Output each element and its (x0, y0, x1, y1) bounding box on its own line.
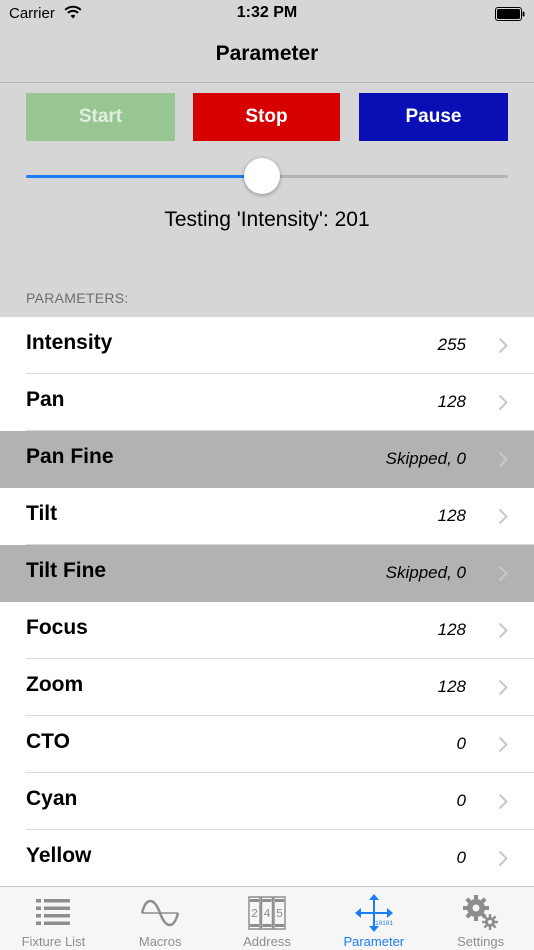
move-arrows-icon: 10101 (354, 894, 393, 932)
chevron-right-icon (498, 679, 508, 696)
tab-address[interactable]: 245 Address (214, 887, 321, 950)
parameter-name: Zoom (26, 673, 84, 696)
parameter-name: Pan Fine (26, 445, 114, 468)
parameter-row[interactable]: Tilt 128 (0, 488, 534, 545)
parameter-row[interactable]: Focus 128 (0, 602, 534, 659)
tab-parameter[interactable]: 10101 Parameter (320, 887, 427, 950)
tab-label: Macros (138, 934, 182, 949)
chevron-right-icon (498, 508, 508, 525)
parameter-value: Skipped, 0 (385, 449, 466, 468)
start-button[interactable]: Start (26, 93, 175, 141)
testing-status-label: Testing 'Intensity': 201 (164, 208, 370, 231)
tab-macros[interactable]: Macros (107, 887, 214, 950)
slider-fill (26, 175, 263, 178)
tab-settings[interactable]: Settings (427, 887, 534, 950)
chevron-right-icon (498, 736, 508, 753)
parameter-name: Focus (26, 616, 88, 639)
value-slider[interactable] (26, 158, 508, 196)
gears-icon (462, 895, 498, 930)
svg-text:10101: 10101 (375, 920, 393, 927)
parameter-value: 0 (456, 848, 466, 867)
tab-label: Fixture List (21, 934, 86, 949)
parameter-row[interactable]: Pan 128 (0, 374, 534, 431)
chevron-right-icon (498, 793, 508, 810)
svg-text:2: 2 (251, 907, 258, 921)
parameter-name: Tilt Fine (26, 559, 107, 582)
parameter-row[interactable]: Tilt Fine Skipped, 0 (0, 545, 534, 602)
parameter-name: Tilt (26, 502, 58, 525)
parameter-value: 0 (456, 734, 466, 753)
list-icon (36, 899, 71, 925)
page-title: Parameter (215, 42, 319, 65)
chevron-right-icon (498, 850, 508, 867)
slider-thumb[interactable] (244, 158, 281, 194)
stop-button[interactable]: Stop (193, 93, 340, 141)
section-header: PARAMETERS: (26, 290, 129, 306)
status-time: 1:32 PM (236, 4, 298, 21)
parameter-row[interactable]: Zoom 128 (0, 659, 534, 716)
parameter-value: 0 (456, 791, 466, 810)
chevron-right-icon (498, 451, 508, 468)
chevron-right-icon (498, 622, 508, 639)
navigation-bar: Parameter (0, 28, 534, 83)
chevron-right-icon (498, 337, 508, 354)
svg-text:5: 5 (276, 907, 283, 921)
status-bar: Carrier 1:32 PM (0, 0, 534, 28)
tab-bar: Fixture List Macros 245 Address 10101 Pa… (0, 886, 534, 950)
parameter-value: 128 (437, 677, 466, 696)
tab-label: Settings (457, 934, 505, 949)
battery-icon (495, 7, 525, 21)
parameter-value: 255 (437, 335, 466, 354)
parameter-row[interactable]: Pan Fine Skipped, 0 (0, 431, 534, 488)
chevron-right-icon (498, 394, 508, 411)
parameter-name: Intensity (26, 331, 113, 354)
tab-label: Parameter (343, 934, 405, 949)
parameter-name: Yellow (26, 844, 92, 867)
parameter-row[interactable]: Intensity 255 (0, 317, 534, 374)
svg-text:4: 4 (263, 907, 270, 921)
sine-wave-icon (140, 899, 180, 927)
parameter-name: CTO (26, 730, 70, 753)
tab-fixture-list[interactable]: Fixture List (0, 887, 107, 950)
parameter-value: 128 (437, 392, 466, 411)
parameter-row[interactable]: Yellow 0 (0, 830, 534, 887)
address-counter-icon: 245 (248, 896, 286, 930)
pause-button[interactable]: Pause (359, 93, 508, 141)
parameter-list: Intensity 255 Pan 128 Pan Fine Skipped, 0 Tilt… (0, 317, 534, 887)
parameter-name: Pan (26, 388, 65, 411)
parameter-value: 128 (437, 506, 466, 525)
parameter-row[interactable]: Cyan 0 (0, 773, 534, 830)
parameter-value: 128 (437, 620, 466, 639)
chevron-right-icon (498, 565, 508, 582)
parameter-value: Skipped, 0 (385, 563, 466, 582)
parameter-name: Cyan (26, 787, 78, 810)
parameter-row[interactable]: CTO 0 (0, 716, 534, 773)
tab-label: Address (243, 934, 291, 949)
